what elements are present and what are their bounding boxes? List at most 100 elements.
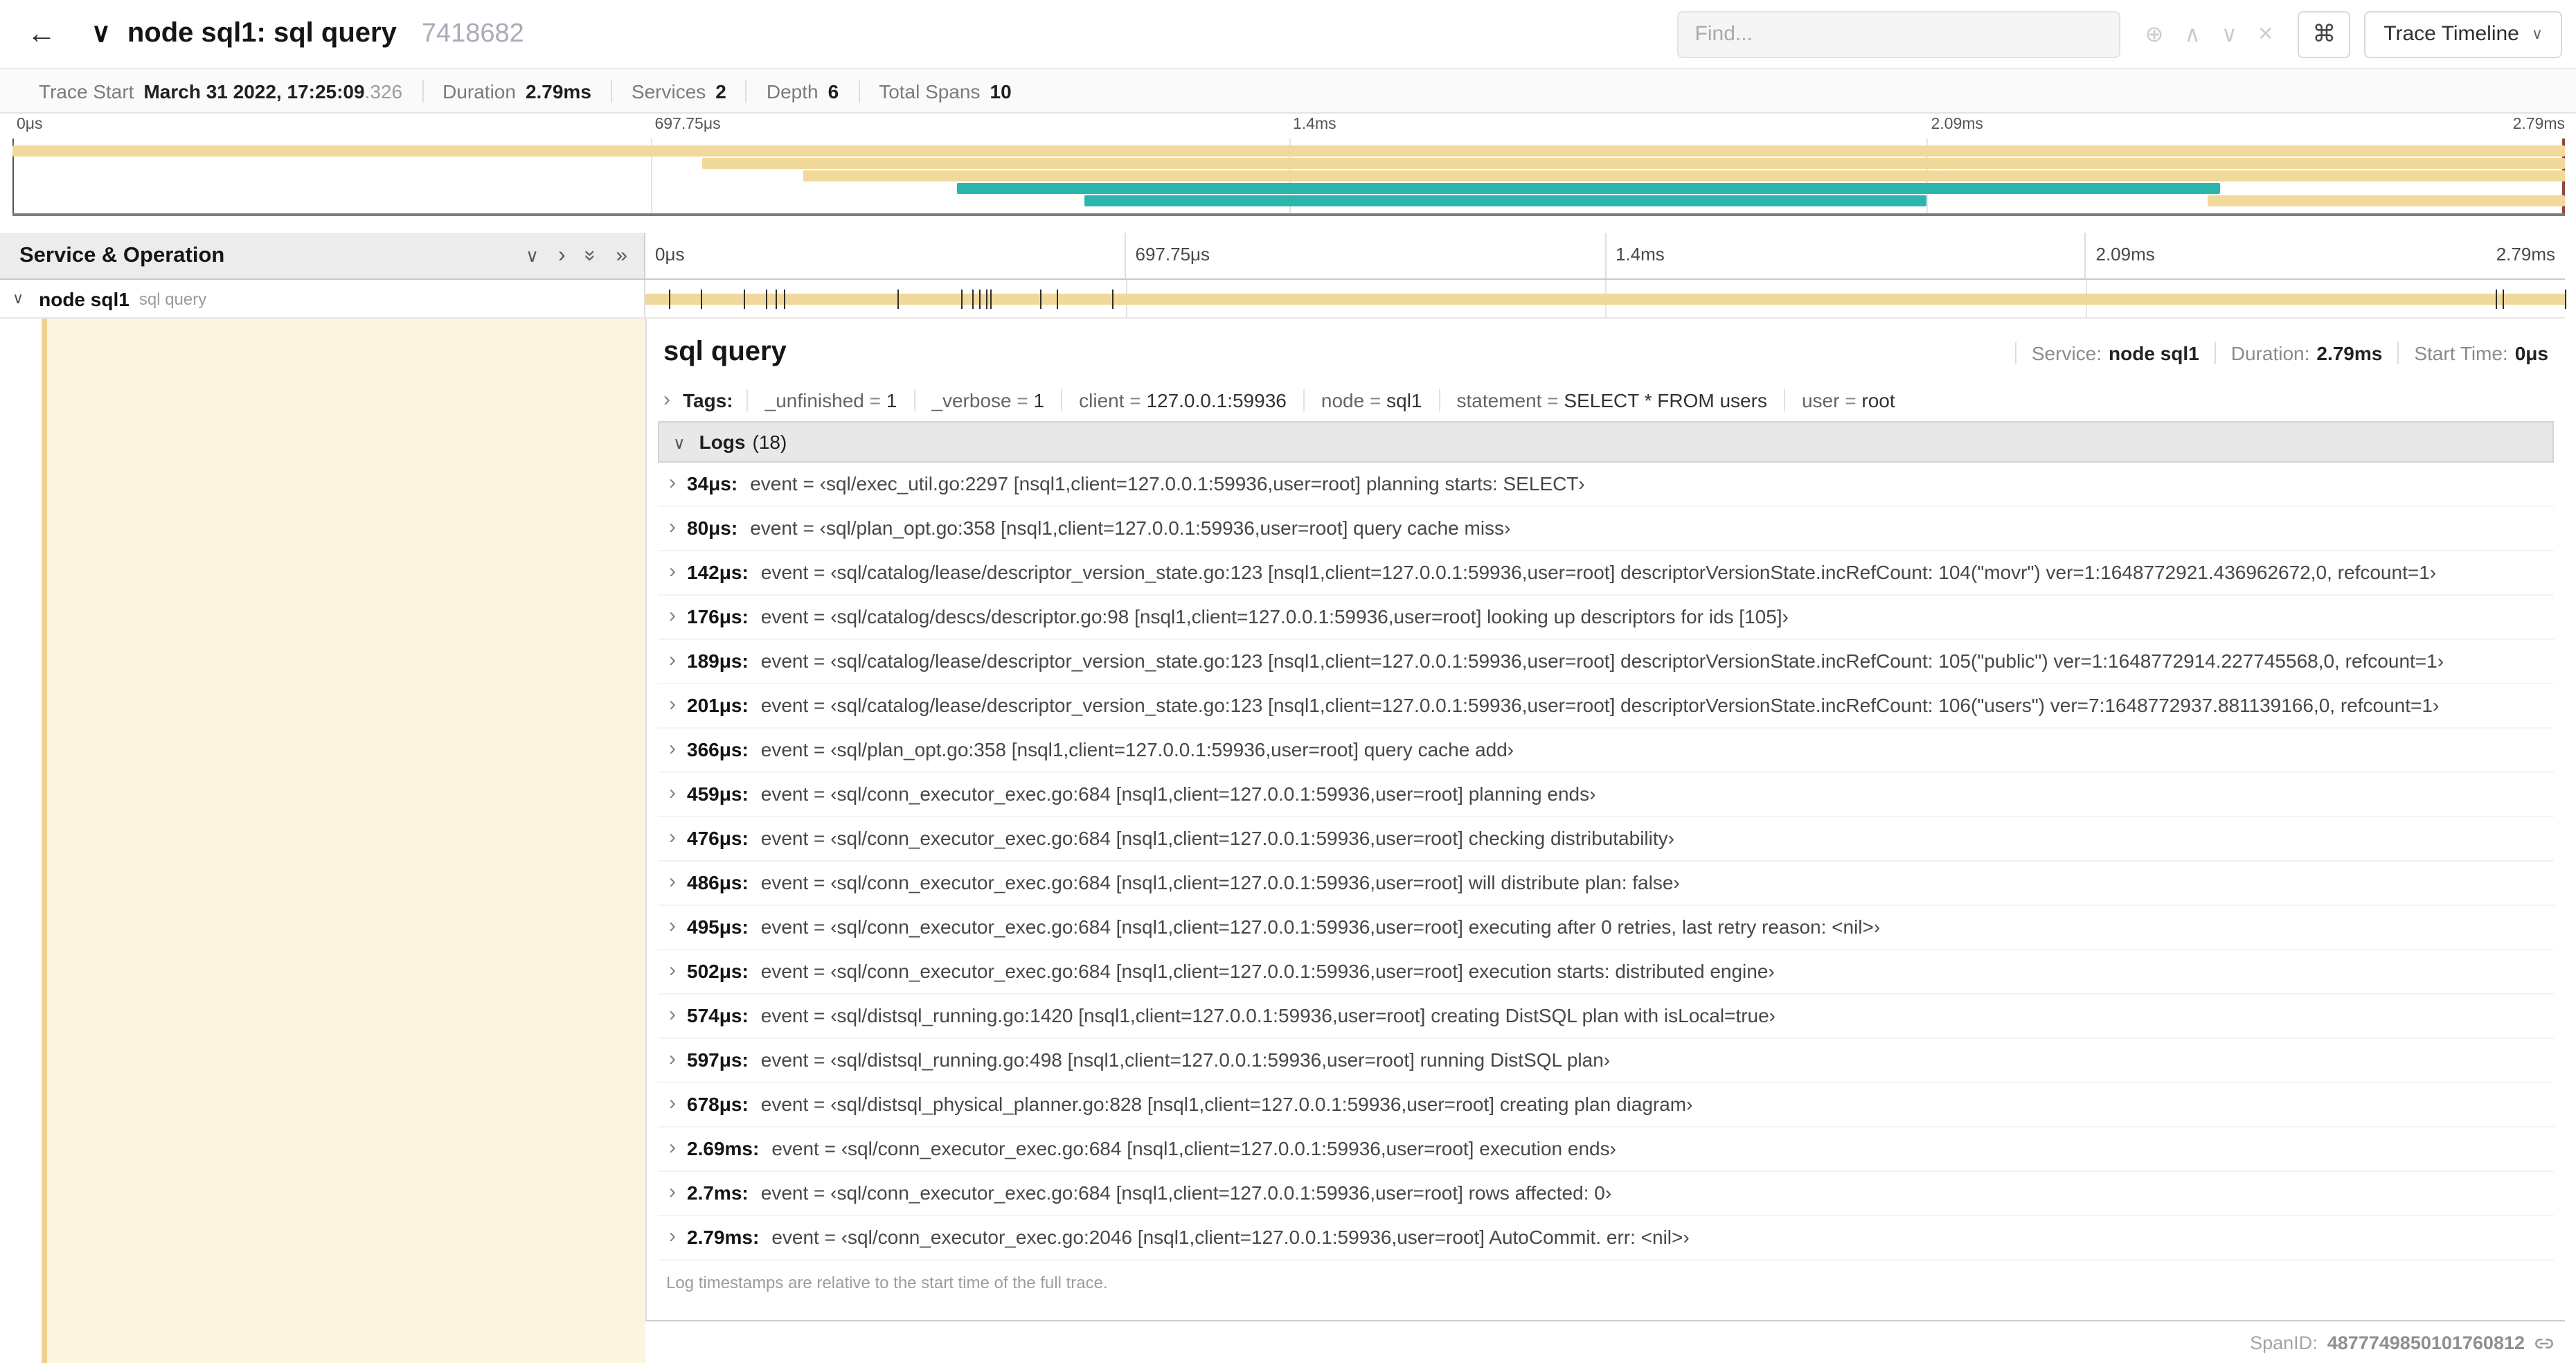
tag-item: _unfinished1 — [746, 389, 914, 411]
log-marker — [985, 289, 987, 309]
span-tree-item[interactable]: node sql1 sql query — [0, 280, 645, 317]
log-marker — [2565, 289, 2566, 309]
log-row[interactable]: 176μs event = ‹sql/catalog/descs/descrip… — [658, 596, 2554, 640]
tag-value: sql1 — [1386, 389, 1422, 411]
trace-id: 7418682 — [421, 19, 524, 48]
log-row[interactable]: 201μs event = ‹sql/catalog/lease/descrip… — [658, 684, 2554, 729]
top-bar-actions: Trace Timeline — [1676, 10, 2562, 57]
collapse-all-icon[interactable] — [585, 244, 597, 267]
expand-all-icon[interactable] — [616, 244, 627, 267]
minimap-axis-end: 2.79ms — [2512, 116, 2565, 133]
view-selector-button[interactable]: Trace Timeline — [2364, 10, 2562, 57]
logs-label: Logs — [699, 431, 746, 453]
tag-item: _verbose1 — [913, 389, 1061, 411]
ruler-tick: 697.75μs — [1124, 233, 1605, 278]
minimap-axis-tick: 1.4ms — [1293, 116, 1336, 133]
tags-row[interactable]: Tags: _unfinished1_verbose1client127.0.0… — [658, 381, 2554, 421]
clear-icon[interactable] — [2258, 19, 2273, 48]
log-row[interactable]: 34μs event = ‹sql/exec_util.go:2297 [nsq… — [658, 463, 2554, 507]
tag-key: _verbose — [931, 389, 1033, 411]
tag-value: 1 — [1033, 389, 1045, 411]
spanid-label: SpanID: — [2250, 1333, 2318, 1353]
trace-view: Service & Operation 2.79ms 0μs 697.75μs 1.… — [0, 233, 2566, 1363]
collapse-one-icon[interactable] — [526, 244, 539, 267]
log-row[interactable]: 502μs event = ‹sql/conn_executor_exec.go… — [658, 950, 2554, 995]
summary-item: Trace Start March 31 2022, 17:25:09.326 — [19, 80, 424, 102]
chevron-up-icon[interactable] — [2184, 20, 2200, 48]
log-message: event = ‹sql/conn_executor_exec.go:2046 … — [771, 1226, 1690, 1248]
chevron-down-icon[interactable] — [673, 431, 686, 453]
log-timestamp: 176μs — [687, 605, 749, 627]
tag-item: nodesql1 — [1303, 389, 1439, 411]
span-indent-guide — [42, 319, 645, 1363]
log-timestamp: 597μs — [687, 1049, 749, 1071]
span-timeline-track[interactable] — [645, 280, 2566, 317]
chevron-right-icon — [669, 517, 676, 539]
focus-icon[interactable] — [2145, 20, 2164, 48]
log-marker — [990, 289, 992, 309]
tag-value: 1 — [886, 389, 897, 411]
expand-one-icon[interactable] — [558, 243, 566, 268]
log-row[interactable]: 459μs event = ‹sql/conn_executor_exec.go… — [658, 773, 2554, 817]
keyboard-shortcuts-button[interactable] — [2298, 10, 2351, 57]
log-timestamp: 574μs — [687, 1004, 749, 1026]
ruler-tick: 0μs — [645, 233, 1125, 278]
log-message: event = ‹sql/exec_util.go:2297 [nsql1,cl… — [750, 472, 1585, 495]
log-marker — [700, 289, 702, 309]
log-marker — [2496, 289, 2498, 309]
tree-controls — [526, 243, 627, 268]
chevron-right-icon — [669, 1137, 676, 1159]
span-meta-item: Service: node sql1 — [2014, 342, 2215, 364]
log-row[interactable]: 495μs event = ‹sql/conn_executor_exec.go… — [658, 906, 2554, 950]
copy-link-icon[interactable] — [2534, 1333, 2554, 1353]
span-detail-header: sql query Service: node sql1 Duration: 2.79… — [658, 319, 2554, 381]
chevron-down-icon[interactable] — [12, 289, 24, 308]
log-row[interactable]: 486μs event = ‹sql/conn_executor_exec.go… — [658, 862, 2554, 906]
log-row[interactable]: 142μs event = ‹sql/catalog/lease/descrip… — [658, 551, 2554, 596]
log-row[interactable]: 2.69ms event = ‹sql/conn_executor_exec.g… — [658, 1128, 2554, 1172]
log-timestamp: 486μs — [687, 871, 749, 893]
ruler-end-label: 2.79ms — [2496, 244, 2555, 265]
timeline-minimap[interactable] — [12, 139, 2565, 216]
log-marker — [1056, 289, 1058, 309]
log-row[interactable]: 476μs event = ‹sql/conn_executor_exec.go… — [658, 817, 2554, 862]
log-row[interactable]: 366μs event = ‹sql/plan_opt.go:358 [nsql… — [658, 729, 2554, 773]
log-row[interactable]: 2.7ms event = ‹sql/conn_executor_exec.go… — [658, 1172, 2554, 1216]
trace-title: node sql1: sql query — [127, 18, 397, 48]
log-timestamp: 189μs — [687, 650, 749, 672]
log-message: event = ‹sql/plan_opt.go:358 [nsql1,clie… — [760, 738, 1514, 760]
chevron-right-icon[interactable] — [663, 388, 670, 411]
tags-label: Tags: — [683, 389, 733, 411]
back-button[interactable] — [17, 9, 66, 59]
chevron-down-icon — [2532, 25, 2543, 43]
timeline-ruler: 2.79ms 0μs 697.75μs 1.4ms 2.09ms — [645, 233, 2565, 278]
trace-collapse-icon[interactable] — [91, 18, 111, 50]
tag-value: root — [1861, 389, 1895, 411]
chevron-down-icon[interactable] — [2221, 20, 2237, 48]
meta-value: 0μs — [2514, 342, 2548, 364]
logs-section-header[interactable]: Logs (18) — [658, 421, 2554, 463]
spanid-value: 4877749850101760812 — [2327, 1333, 2525, 1353]
log-row[interactable]: 2.79ms event = ‹sql/conn_executor_exec.g… — [658, 1216, 2554, 1260]
log-timestamp: 678μs — [687, 1093, 749, 1115]
span-detail-region: sql query Service: node sql1 Duration: 2.79… — [0, 319, 2565, 1363]
app-root: node sql1: sql query 7418682 Trace Timel… — [0, 0, 2576, 1363]
log-row[interactable]: 597μs event = ‹sql/distsql_running.go:49… — [658, 1039, 2554, 1083]
minimap-span-bar — [1084, 195, 1927, 206]
chevron-right-icon — [669, 561, 676, 583]
span-operation-name: sql query — [138, 289, 207, 308]
ruler-tick: 2.09ms — [2084, 233, 2566, 278]
find-input[interactable] — [1676, 10, 2120, 57]
logs-count: (18) — [752, 431, 787, 453]
log-message: event = ‹sql/catalog/descs/descriptor.go… — [760, 605, 1789, 627]
summary-value: 2 — [715, 80, 726, 102]
log-timestamp: 34μs — [687, 472, 737, 495]
log-row[interactable]: 80μs event = ‹sql/plan_opt.go:358 [nsql1… — [658, 507, 2554, 551]
summary-label: Total Spans — [879, 80, 981, 102]
log-row[interactable]: 189μs event = ‹sql/catalog/lease/descrip… — [658, 640, 2554, 684]
tag-key: _unfinished — [765, 389, 886, 411]
log-timestamp: 459μs — [687, 783, 749, 805]
log-row[interactable]: 574μs event = ‹sql/distsql_running.go:14… — [658, 995, 2554, 1039]
chevron-right-icon — [669, 1226, 676, 1248]
log-row[interactable]: 678μs event = ‹sql/distsql_physical_plan… — [658, 1083, 2554, 1128]
